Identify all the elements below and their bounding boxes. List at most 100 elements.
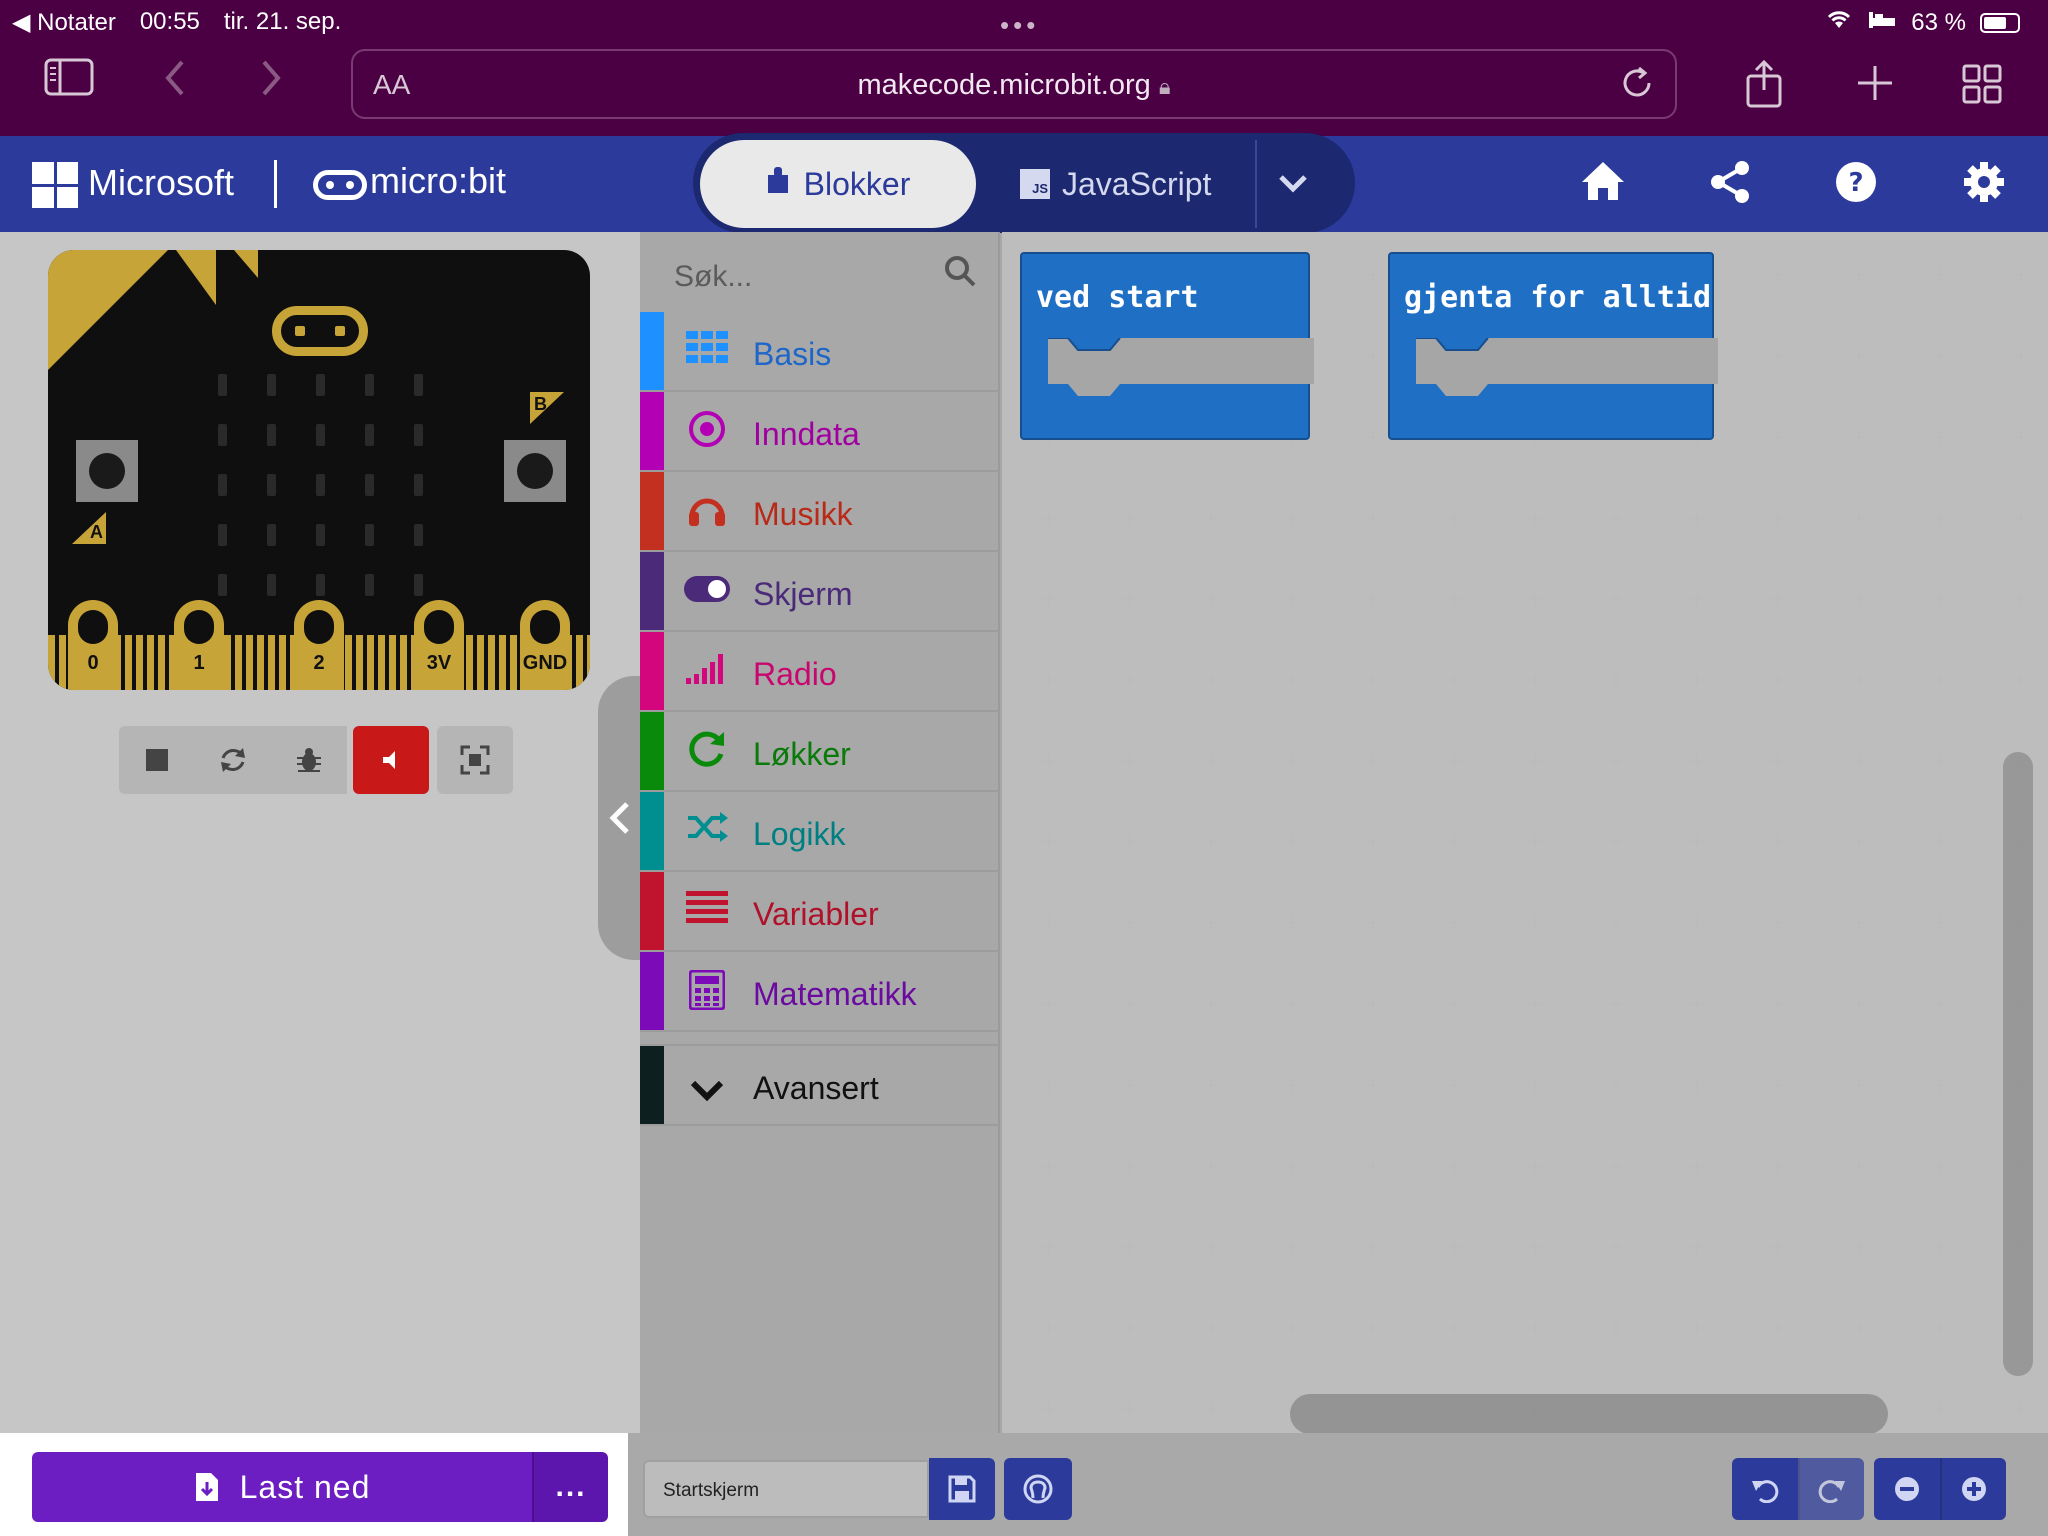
zoom-in-icon [1962,1477,1986,1501]
category-inndata[interactable]: Inndata [640,392,1000,472]
led[interactable] [414,474,423,496]
vertical-scrollbar[interactable] [2003,752,2033,1376]
zoom-in-button[interactable] [1940,1458,2006,1520]
category-matematikk[interactable]: Matematikk [640,952,1000,1032]
category-basis[interactable]: Basis [640,312,1000,392]
tabs-overview-icon[interactable] [1962,64,2002,111]
toolbox-search[interactable]: Søk... [640,232,1000,312]
category-label: Variabler [753,896,879,932]
restart-simulator-button[interactable] [195,726,271,794]
settings-gear-icon[interactable] [1962,160,2006,211]
undo-button[interactable] [1732,1458,1798,1520]
github-button[interactable] [1004,1458,1072,1520]
board-logo-icon[interactable] [272,306,368,356]
category-variabler[interactable]: Variabler [640,872,1000,952]
led[interactable] [267,524,276,546]
led[interactable] [365,474,374,496]
microbit-board[interactable]: A B 0 1 2 3V GND [48,250,590,690]
category-logikk[interactable]: Logikk [640,792,1000,872]
pin-2[interactable]: 2 [294,600,344,690]
led[interactable] [267,474,276,496]
mute-audio-button[interactable] [353,726,429,794]
pin-3v[interactable]: 3V [414,600,464,690]
category-skjerm[interactable]: Skjerm [640,552,1000,632]
help-icon[interactable]: ? [1834,160,1878,211]
project-name-input[interactable]: Startskjerm [643,1460,929,1518]
category-label: Radio [753,656,837,692]
led[interactable] [267,574,276,596]
javascript-icon: JS [1020,169,1050,199]
led[interactable] [414,374,423,396]
led[interactable] [316,474,325,496]
back-to-app-link[interactable]: ◀ Notater [12,8,116,37]
pin-gnd[interactable]: GND [520,600,570,690]
led[interactable] [316,574,325,596]
led[interactable] [365,374,374,396]
chevron-down-icon[interactable] [1278,160,1308,202]
toggle-divider [1255,140,1257,228]
save-project-button[interactable] [929,1458,995,1520]
horizontal-scrollbar[interactable] [1290,1394,1888,1434]
led[interactable] [218,524,227,546]
led[interactable] [267,424,276,446]
pin-1[interactable]: 1 [174,600,224,690]
category-color-strip [640,1046,664,1124]
led[interactable] [316,374,325,396]
led[interactable] [267,374,276,396]
category-color-strip [640,312,664,390]
led[interactable] [414,524,423,546]
blocks-workspace[interactable]: ved start gjenta for alltid [1002,232,2048,1433]
reload-icon[interactable] [1619,65,1655,110]
button-a-label: A [90,522,103,542]
led[interactable] [218,424,227,446]
svg-text:?: ? [1848,168,1863,198]
on-start-block[interactable]: ved start [1020,252,1314,440]
stop-simulator-button[interactable] [119,726,195,794]
home-icon[interactable] [1580,160,1626,209]
led[interactable] [414,424,423,446]
tab-blocks[interactable]: Blokker [700,140,976,228]
address-bar[interactable]: AA makecode.microbit.org 🔒︎ [351,49,1677,119]
multitask-dots-icon[interactable]: ••• [1000,10,1039,41]
fullscreen-icon [460,745,490,775]
led[interactable] [218,474,227,496]
led[interactable] [218,574,227,596]
category-radio[interactable]: Radio [640,632,1000,712]
led[interactable] [365,574,374,596]
led[interactable] [218,374,227,396]
download-more-button[interactable]: ... [532,1452,608,1522]
button-b[interactable] [504,440,566,502]
fullscreen-button[interactable] [437,726,513,794]
battery-icon [1980,12,2020,33]
tab-javascript[interactable]: JS JavaScript [1020,140,1220,228]
zoom-out-button[interactable] [1874,1458,1940,1520]
download-button[interactable]: Last ned [32,1452,532,1522]
back-chevron-icon[interactable] [160,58,190,105]
debug-button[interactable] [271,726,347,794]
forward-chevron-icon[interactable] [256,58,286,105]
speaker-icon [383,751,395,769]
button-a[interactable] [76,440,138,502]
category-musikk[interactable]: Musikk [640,472,1000,552]
sidebar-toggle-icon[interactable] [44,58,94,103]
led[interactable] [365,424,374,446]
battery-percent: 63 % [1911,8,1966,36]
led[interactable] [365,524,374,546]
pin-0[interactable]: 0 [68,600,118,690]
category-lokker[interactable]: Løkker [640,712,1000,792]
share-icon[interactable] [1744,59,1784,115]
category-avansert[interactable]: Avansert [640,1044,1000,1126]
new-tab-icon[interactable] [1856,64,1894,109]
forever-block[interactable]: gjenta for alltid [1388,252,1718,440]
search-icon[interactable] [944,254,976,296]
microbit-brand[interactable]: micro:bit [370,160,506,202]
collapse-simulator-button[interactable] [598,676,642,960]
zoom-out-icon [1895,1477,1919,1501]
led[interactable] [316,424,325,446]
redo-button[interactable] [1798,1458,1864,1520]
share-network-icon[interactable] [1708,160,1752,211]
led[interactable] [414,574,423,596]
block-slot [1048,338,1314,396]
search-input[interactable]: Søk... [674,260,752,294]
led[interactable] [316,524,325,546]
